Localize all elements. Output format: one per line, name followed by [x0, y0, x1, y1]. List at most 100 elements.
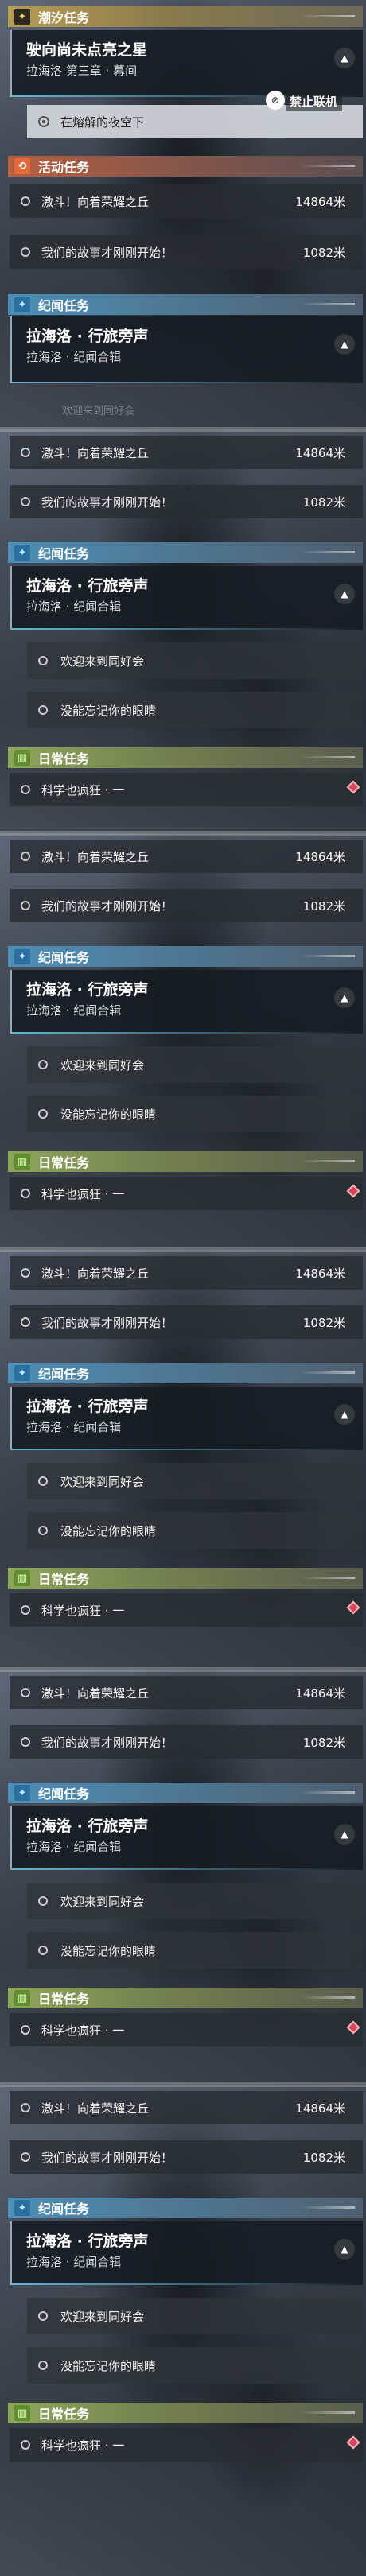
quest-name: 激斗！向着荣耀之丘: [41, 194, 150, 209]
objective-label: 欢迎来到同好会: [60, 1894, 145, 1909]
story-objective[interactable]: 没能忘记你的眼睛: [27, 1512, 363, 1549]
radio-icon: [21, 901, 30, 910]
star-icon: ✦: [14, 297, 30, 312]
event-quest-row[interactable]: 激斗！向着荣耀之丘 14864米: [10, 1256, 363, 1290]
event-quest-row[interactable]: 激斗！向着荣耀之丘 14864米: [10, 1676, 363, 1709]
book-icon: ▥: [14, 2405, 30, 2421]
event-quest-row[interactable]: 我们的故事才刚刚开始！ 1082米: [10, 2140, 363, 2174]
story-objective[interactable]: 没能忘记你的眼睛: [27, 1096, 363, 1132]
radio-icon: [21, 1189, 30, 1198]
story-section-header[interactable]: ✦ 纪闻任务: [8, 542, 363, 563]
story-objective[interactable]: 欢迎来到同好会: [27, 1046, 363, 1083]
quest-name: 科学也疯狂 · 一: [41, 782, 125, 797]
card-glow: [12, 1032, 363, 1034]
story-objective[interactable]: 没能忘记你的眼睛: [27, 692, 363, 728]
daily-section-header[interactable]: ▥ 日常任务: [8, 1988, 363, 2008]
story-objective[interactable]: 欢迎来到同好会: [27, 642, 363, 679]
radio-icon: [38, 1896, 48, 1906]
collapse-caret-icon[interactable]: ▲: [334, 1824, 355, 1845]
quest-distance: 14864米: [295, 849, 345, 864]
collapse-caret-icon[interactable]: ▲: [334, 2239, 355, 2260]
story-objective[interactable]: 没能忘记你的眼睛: [27, 2347, 363, 2384]
story-objective[interactable]: 欢迎来到同好会: [27, 1883, 363, 1919]
radio-icon: [21, 852, 30, 861]
event-quest-row[interactable]: 我们的故事才刚刚开始！ 1082米: [10, 889, 363, 922]
selected-radio-icon: [38, 116, 49, 127]
story-objective[interactable]: 欢迎来到同好会: [27, 1463, 363, 1499]
quest-card[interactable]: 驶向尚未点亮之星拉海洛 第三章 · 幕间 ▲: [10, 30, 363, 97]
collapse-caret-icon[interactable]: ▲: [334, 584, 355, 604]
header-decoration: [299, 2411, 355, 2414]
event-quest-row[interactable]: 我们的故事才刚刚开始！ 1082米: [10, 1305, 363, 1339]
quest-card[interactable]: 拉海洛 · 行旅旁声 拉海洛 · 纪闻合辑 ▲: [10, 566, 363, 630]
collapse-caret-icon[interactable]: ▲: [334, 48, 355, 68]
radio-icon: [38, 1060, 48, 1069]
story-section-header[interactable]: ✦ 纪闻任务: [8, 294, 363, 315]
daily-quest-row[interactable]: 科学也疯狂 · 一: [10, 1593, 363, 1627]
daily-section-header[interactable]: ▥ 日常任务: [8, 747, 363, 768]
daily-quest-row[interactable]: 科学也疯狂 · 一: [10, 1177, 363, 1210]
radio-icon: [38, 2311, 48, 2321]
event-quest-row[interactable]: 激斗！向着荣耀之丘 14864米: [10, 2091, 363, 2124]
collapse-caret-icon[interactable]: ▲: [334, 1404, 355, 1425]
radio-icon: [21, 785, 30, 794]
quest-name: 科学也疯狂 · 一: [41, 2438, 125, 2453]
section-label: 日常任务: [38, 1992, 90, 2007]
quest-subtitle: 拉海洛 · 纪闻合辑: [26, 1420, 122, 1434]
event-quest-row[interactable]: 我们的故事才刚刚开始！ 1082米: [10, 1725, 363, 1759]
event-quest-row[interactable]: 我们的故事才刚刚开始！ 1082米: [10, 485, 363, 518]
quest-card[interactable]: 拉海洛 · 行旅旁声 拉海洛 · 纪闻合辑 ▲: [10, 2221, 363, 2285]
quest-distance: 1082米: [302, 245, 345, 260]
quest-name: 我们的故事才刚刚开始！: [41, 1315, 173, 1330]
event-section-header[interactable]: ⟲ 活动任务: [8, 156, 363, 177]
card-glow: [12, 628, 363, 630]
objective-label: 欢迎来到同好会: [60, 1057, 145, 1073]
daily-quest-row[interactable]: 科学也疯狂 · 一: [10, 773, 363, 806]
story-section-header[interactable]: ✦ 纪闻任务: [8, 2198, 363, 2218]
quest-card[interactable]: 拉海洛 · 行旅旁声 拉海洛 · 纪闻合辑 ▲: [10, 1387, 363, 1450]
objective-label: 没能忘记你的眼睛: [60, 1943, 157, 1958]
objective-label: 没能忘记你的眼睛: [60, 703, 157, 718]
event-quest-row[interactable]: 激斗！向着荣耀之丘 14864米: [10, 840, 363, 873]
quest-distance: 14864米: [295, 1686, 345, 1701]
event-quest-row[interactable]: 激斗！向着荣耀之丘 14864米: [10, 436, 363, 469]
event-quest-row[interactable]: 我们的故事才刚刚开始！ 1082米: [10, 235, 363, 269]
quest-title: 拉海洛 · 行旅旁声: [26, 328, 149, 345]
quest-name: 科学也疯狂 · 一: [41, 1603, 125, 1618]
story-objective[interactable]: 欢迎来到同好会: [27, 2298, 363, 2334]
story-section-header[interactable]: ✦ 纪闻任务: [8, 1783, 363, 1803]
quest-card[interactable]: 拉海洛 · 行旅旁声 拉海洛 · 纪闻合辑 ▲: [10, 1806, 363, 1870]
tide-section-header[interactable]: ✦ 潮汐任务: [8, 6, 363, 27]
story-section-header[interactable]: ✦ 纪闻任务: [8, 1363, 363, 1383]
stitch-seam: [0, 427, 366, 432]
daily-quest-row[interactable]: 科学也疯狂 · 一: [10, 2428, 363, 2462]
story-section-header[interactable]: ✦ 纪闻任务: [8, 946, 363, 967]
stitch-seam: [0, 1667, 366, 1672]
daily-section-header[interactable]: ▥ 日常任务: [8, 1568, 363, 1589]
quest-card[interactable]: 拉海洛 · 行旅旁声 拉海洛 · 纪闻合辑 ▲: [10, 970, 363, 1034]
section-label: 活动任务: [38, 160, 90, 175]
collapse-caret-icon[interactable]: ▲: [334, 334, 355, 355]
radio-icon: [21, 2103, 30, 2112]
daily-section-header[interactable]: ▥ 日常任务: [8, 1151, 363, 1172]
star-icon: ✦: [14, 949, 30, 964]
objective-label: 没能忘记你的眼睛: [60, 1523, 157, 1538]
quest-card[interactable]: 拉海洛 · 行旅旁声 拉海洛 · 纪闻合辑 ▲: [10, 316, 363, 383]
daily-section-header[interactable]: ▥ 日常任务: [8, 2403, 363, 2423]
header-decoration: [299, 551, 355, 553]
collapse-caret-icon[interactable]: ▲: [334, 987, 355, 1008]
story-objective[interactable]: 没能忘记你的眼睛: [27, 1932, 363, 1969]
quest-name: 激斗！向着荣耀之丘: [41, 445, 150, 460]
event-quest-row[interactable]: 激斗！向着荣耀之丘 14864米: [10, 184, 363, 218]
header-decoration: [299, 955, 355, 957]
quest-subtitle: 拉海洛 · 纪闻合辑: [26, 350, 122, 364]
quest-title: 驶向尚未点亮之星: [26, 41, 148, 59]
objective-label: 欢迎来到同好会: [60, 2309, 145, 2324]
objective-label: 在熔解的夜空下: [60, 114, 145, 130]
quest-subtitle: 拉海洛 第三章 · 幕间: [26, 64, 138, 78]
section-label: 纪闻任务: [38, 950, 90, 965]
quest-title: 拉海洛 · 行旅旁声: [26, 981, 149, 999]
header-decoration: [299, 2206, 355, 2209]
radio-icon: [21, 2440, 30, 2450]
daily-quest-row[interactable]: 科学也疯狂 · 一: [10, 2013, 363, 2046]
